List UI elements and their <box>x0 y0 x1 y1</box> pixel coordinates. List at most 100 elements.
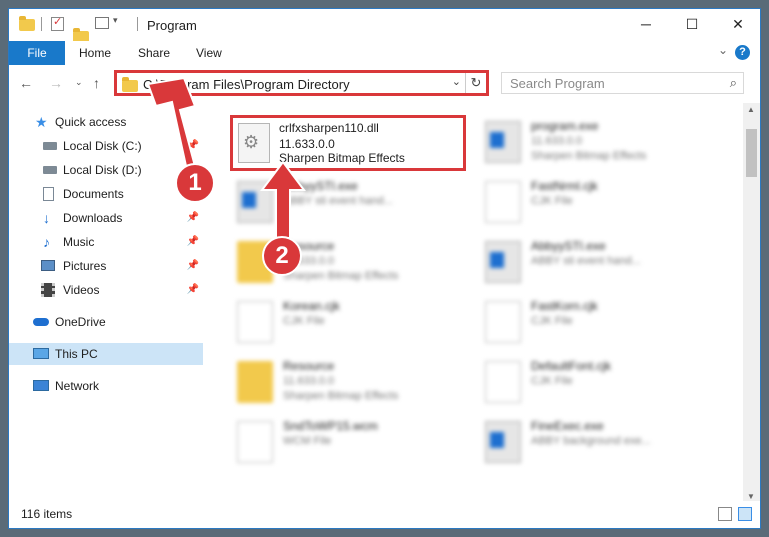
tab-file[interactable]: File <box>9 41 65 65</box>
address-path[interactable]: C:\Program Files\Program Directory <box>143 77 350 92</box>
search-placeholder: Search Program <box>510 76 605 91</box>
pin-icon: 📌 <box>186 212 199 223</box>
pictures-icon <box>41 260 55 271</box>
chevron-down-icon[interactable]: ⌄ <box>452 75 461 88</box>
sidebar-item-pictures[interactable]: Pictures 📌 <box>9 255 203 277</box>
folder-icon[interactable] <box>19 16 35 31</box>
tab-view[interactable]: View <box>196 41 222 65</box>
file-detail: ABBY sti event hand... <box>531 255 641 267</box>
sidebar-item-label: Local Disk (C:) <box>63 139 142 153</box>
video-icon <box>41 283 55 297</box>
scroll-up-icon[interactable]: ▲ <box>747 105 755 114</box>
file-name: SndToWP15.wcm <box>283 419 378 433</box>
scrollbar-thumb[interactable] <box>746 129 757 177</box>
minimize-button[interactable]: ─ <box>623 9 669 39</box>
file-detail: Sharpen Bitmap Effects <box>283 390 399 402</box>
file-tile[interactable]: program.exe 11.633.0.0 Sharpen Bitmap Ef… <box>481 115 721 171</box>
step-2-callout: 2 <box>262 236 302 276</box>
properties-icon[interactable]: ✓ <box>51 16 64 31</box>
file-tile[interactable]: Resource 11.633.0.0 Sharpen Bitmap Effec… <box>233 355 473 411</box>
sidebar-item-music[interactable]: ♪ Music 📌 <box>9 231 203 253</box>
file-detail: Sharpen Bitmap Effects <box>531 150 647 162</box>
cloud-icon <box>33 318 49 326</box>
sidebar-item-onedrive[interactable]: OneDrive <box>9 311 203 333</box>
details-view-icon[interactable] <box>718 507 732 521</box>
sidebar-item-downloads[interactable]: ↓ Downloads 📌 <box>9 207 203 229</box>
window-icon <box>485 241 521 283</box>
file-tile[interactable]: AbbyySTI.exe ABBY sti event hand... <box>233 175 473 231</box>
file-name: FineExec.exe <box>531 419 604 433</box>
sidebar-item-label: Music <box>63 235 95 249</box>
star-icon: ★ <box>35 114 48 130</box>
scroll-down-icon[interactable]: ▼ <box>747 492 755 501</box>
highlighted-dll-tile[interactable]: ⚙ crlfxsharpen110.dll 11.633.0.0 Sharpen… <box>230 115 466 171</box>
separator <box>137 17 138 31</box>
file-name: DefaultFont.cjk <box>531 359 612 373</box>
address-bar[interactable]: C:\Program Files\Program Directory ⌄ ↻ <box>114 70 489 96</box>
sidebar-item-label: Pictures <box>63 259 107 273</box>
customize-toolbar-icon[interactable]: ▾ <box>113 15 118 26</box>
sidebar-item-local-disk-d[interactable]: Local Disk (D:) <box>9 159 203 181</box>
help-icon[interactable]: ? <box>735 45 750 60</box>
navigation-bar: ← → ⌄ ↑ C:\Program Files\Program Directo… <box>9 65 760 103</box>
file-tile[interactable]: DefaultFont.cjk CJK File <box>481 355 721 411</box>
sidebar-item-label: Local Disk (D:) <box>63 163 142 177</box>
file-tile[interactable]: FineExec.exe ABBY background exe... <box>481 415 721 471</box>
sidebar-item-videos[interactable]: Videos 📌 <box>9 279 203 301</box>
search-input[interactable]: Search Program ⌕ <box>501 72 744 94</box>
title-bar: ✓ ▾ Program ─ ☐ ✕ <box>9 9 760 43</box>
file-description: Sharpen Bitmap Effects <box>279 151 405 165</box>
maximize-button[interactable]: ☐ <box>669 9 715 39</box>
file-icon <box>485 361 521 403</box>
forward-icon[interactable]: → <box>49 75 63 91</box>
folder-icon <box>122 77 138 92</box>
file-name: crlfxsharpen110.dll <box>279 121 379 135</box>
file-detail: 11.633.0.0 <box>283 375 335 387</box>
music-icon: ♪ <box>43 234 50 250</box>
back-icon[interactable]: ← <box>19 75 33 91</box>
sidebar-item-local-disk-c[interactable]: Local Disk (C:) 📌 <box>9 135 203 157</box>
sidebar-item-label: Network <box>55 379 100 393</box>
ribbon: File Home Share View ⌄ ? <box>9 41 760 66</box>
sidebar-item-quick-access[interactable]: ★ Quick access <box>9 111 203 133</box>
sidebar-item-network[interactable]: Network <box>9 375 203 397</box>
pin-icon: 📌 <box>186 236 199 247</box>
separator <box>41 17 42 31</box>
file-icon <box>237 421 273 463</box>
gear-icon: ⚙ <box>243 132 260 152</box>
sidebar-item-this-pc[interactable]: This PC <box>9 343 203 365</box>
view-options-icon[interactable] <box>95 17 109 29</box>
search-icon[interactable]: ⌕ <box>730 75 737 91</box>
pin-icon: 📌 <box>186 284 199 295</box>
collapse-ribbon-icon[interactable]: ⌄ <box>718 43 728 57</box>
refresh-icon[interactable]: ↻ <box>465 73 486 93</box>
file-detail: CJK File <box>531 195 573 207</box>
file-name: Korean.cjk <box>283 299 340 313</box>
dll-gear-icon: ⚙ <box>238 123 270 163</box>
window-icon <box>485 421 521 463</box>
file-tile[interactable]: SndToWP15.wcm WCM File <box>233 415 473 471</box>
file-name: AbbyySTI.exe <box>531 239 606 253</box>
sidebar-item-label: Documents <box>63 187 124 201</box>
recent-locations-icon[interactable]: ⌄ <box>75 77 83 88</box>
sidebar-item-label: Videos <box>63 283 100 297</box>
vertical-scrollbar[interactable]: ▲ ▼ <box>743 103 760 503</box>
sidebar-item-documents[interactable]: Documents 📌 <box>9 183 203 205</box>
download-icon: ↓ <box>43 210 50 226</box>
item-count: 116 items <box>21 507 73 521</box>
sidebar-item-label: This PC <box>55 347 98 361</box>
file-tile[interactable]: FastKorn.cjk CJK File <box>481 295 721 351</box>
file-tile[interactable]: FastNrml.cjk CJK File <box>481 175 721 231</box>
folder-icon <box>237 361 273 403</box>
file-icon <box>485 301 521 343</box>
file-tile[interactable]: AbbyySTI.exe ABBY sti event hand... <box>481 235 721 291</box>
tab-home[interactable]: Home <box>79 41 111 65</box>
tab-share[interactable]: Share <box>138 41 170 65</box>
up-icon[interactable]: ↑ <box>93 75 100 91</box>
file-detail: ABBY background exe... <box>531 435 651 447</box>
close-button[interactable]: ✕ <box>715 9 760 39</box>
tiles-view-icon[interactable] <box>738 507 752 521</box>
documents-icon <box>43 187 54 201</box>
file-detail: CJK File <box>531 375 573 387</box>
file-tile[interactable]: Korean.cjk CJK File <box>233 295 473 351</box>
